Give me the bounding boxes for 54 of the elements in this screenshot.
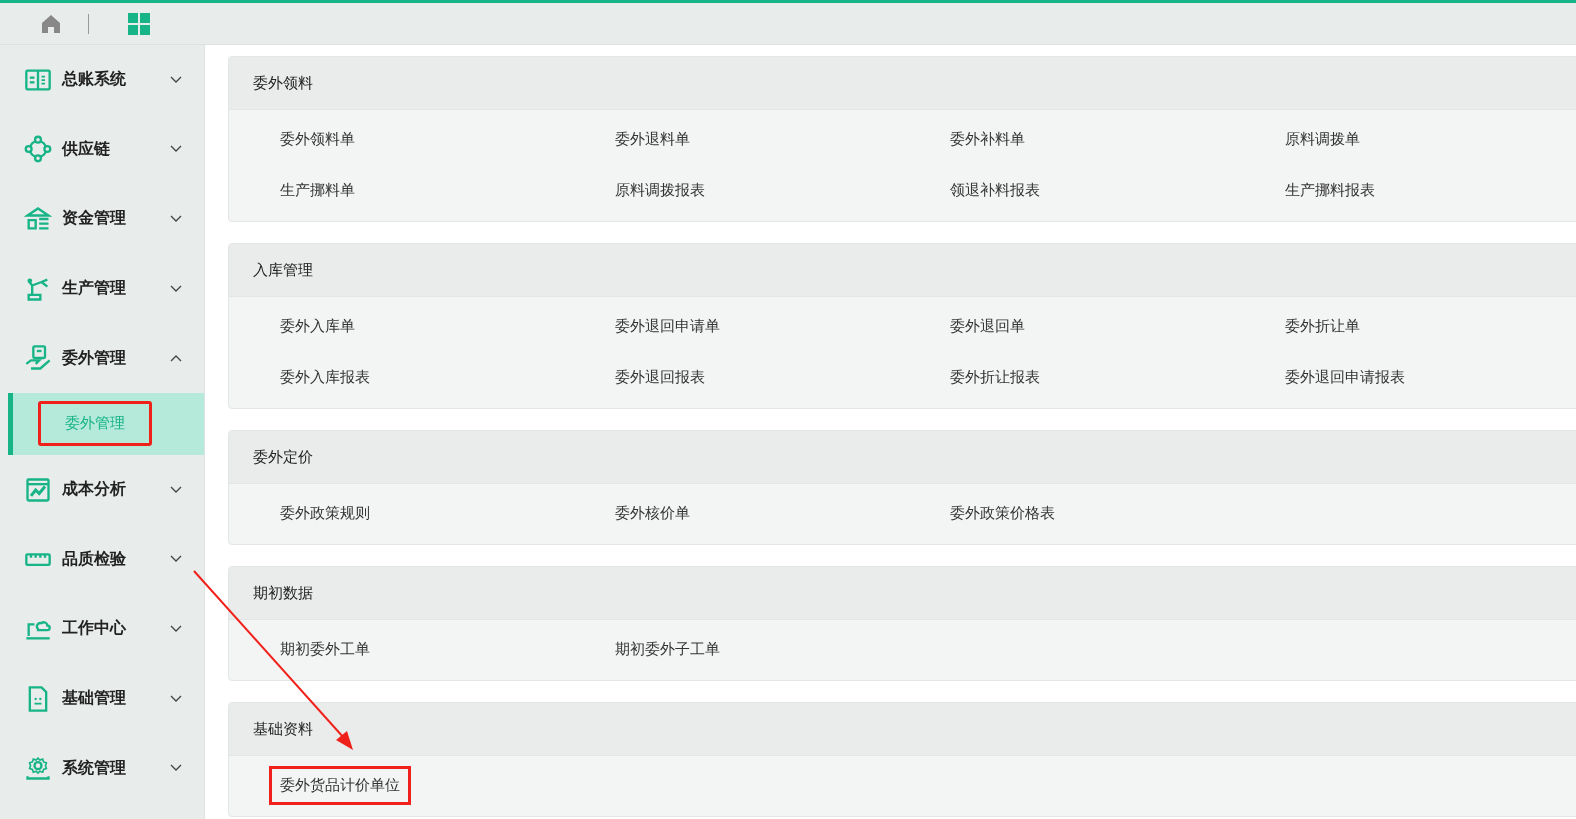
menu-link[interactable]: 期初委外工单 xyxy=(269,630,381,669)
menu-link[interactable]: 委外政策价格表 xyxy=(939,494,1066,533)
sidebar-item[interactable]: 供应链 xyxy=(0,114,204,185)
menu-link[interactable]: 委外入库报表 xyxy=(269,358,381,397)
sidebar-item[interactable]: 工作中心 xyxy=(0,594,204,664)
chart-icon xyxy=(24,475,52,504)
menu-link[interactable]: 委外核价单 xyxy=(604,494,701,533)
network-icon xyxy=(24,135,52,164)
sidebar-item[interactable]: 生产管理 xyxy=(0,253,204,324)
menu-link[interactable]: 委外退回报表 xyxy=(604,358,716,397)
menu-link[interactable]: 原料调拨单 xyxy=(1274,120,1371,159)
menu-link[interactable]: 委外政策规则 xyxy=(269,494,381,533)
chevron-down-icon xyxy=(170,764,182,773)
gear-icon xyxy=(24,754,52,783)
section-title: 期初数据 xyxy=(253,583,313,603)
menu-link[interactable]: 委外退回申请报表 xyxy=(1274,358,1416,397)
chevron-up-icon xyxy=(170,354,182,363)
chevron-down-icon xyxy=(170,624,182,633)
menu-link[interactable]: 生产挪料单 xyxy=(269,171,366,210)
sidebar-item[interactable]: 系统管理 xyxy=(0,733,204,803)
menu-link[interactable]: 委外货品计价单位 xyxy=(269,766,411,805)
sidebar-item[interactable]: 品质检验 xyxy=(0,524,204,595)
home-icon xyxy=(41,13,61,34)
section-title: 基础资料 xyxy=(253,719,313,739)
menu-link[interactable]: 领退补料报表 xyxy=(939,171,1051,210)
menu-link[interactable]: 委外退料单 xyxy=(604,120,701,159)
menu-link[interactable]: 委外折让报表 xyxy=(939,358,1051,397)
menu-link[interactable]: 委外退回申请单 xyxy=(604,307,731,346)
menu-link[interactable]: 委外退回单 xyxy=(939,307,1036,346)
chevron-down-icon xyxy=(170,145,182,154)
chevron-down-icon xyxy=(170,694,182,703)
sidebar-item[interactable]: 基础管理 xyxy=(0,663,204,734)
sidebar-item[interactable]: 总账系统 xyxy=(0,45,204,115)
menu-link[interactable]: 委外补料单 xyxy=(939,120,1036,159)
chevron-down-icon xyxy=(170,555,182,564)
bank-icon xyxy=(24,205,52,233)
sidebar-item[interactable]: 资金管理 xyxy=(0,184,204,254)
menu-link[interactable]: 期初委外子工单 xyxy=(604,630,731,669)
chevron-down-icon xyxy=(170,215,182,223)
menu-link[interactable]: 委外领料单 xyxy=(269,120,366,159)
sidebar-item[interactable]: 委外管理 xyxy=(0,323,204,393)
menu-link[interactable]: 委外入库单 xyxy=(269,307,366,346)
chevron-down-icon xyxy=(170,75,182,84)
grid-icon xyxy=(128,12,150,35)
menu-link[interactable]: 生产挪料报表 xyxy=(1274,171,1386,210)
chevron-down-icon xyxy=(170,284,182,293)
menu-link[interactable]: 原料调拨报表 xyxy=(604,171,716,210)
chevron-down-icon xyxy=(170,485,182,494)
section-title: 入库管理 xyxy=(253,260,313,280)
hand-document-icon xyxy=(24,344,52,373)
menu-link[interactable]: 委外折让单 xyxy=(1274,307,1371,346)
section-title: 委外定价 xyxy=(253,447,313,467)
section-title: 委外领料 xyxy=(253,73,313,93)
sidebar-item[interactable]: 成本分析 xyxy=(0,454,204,525)
